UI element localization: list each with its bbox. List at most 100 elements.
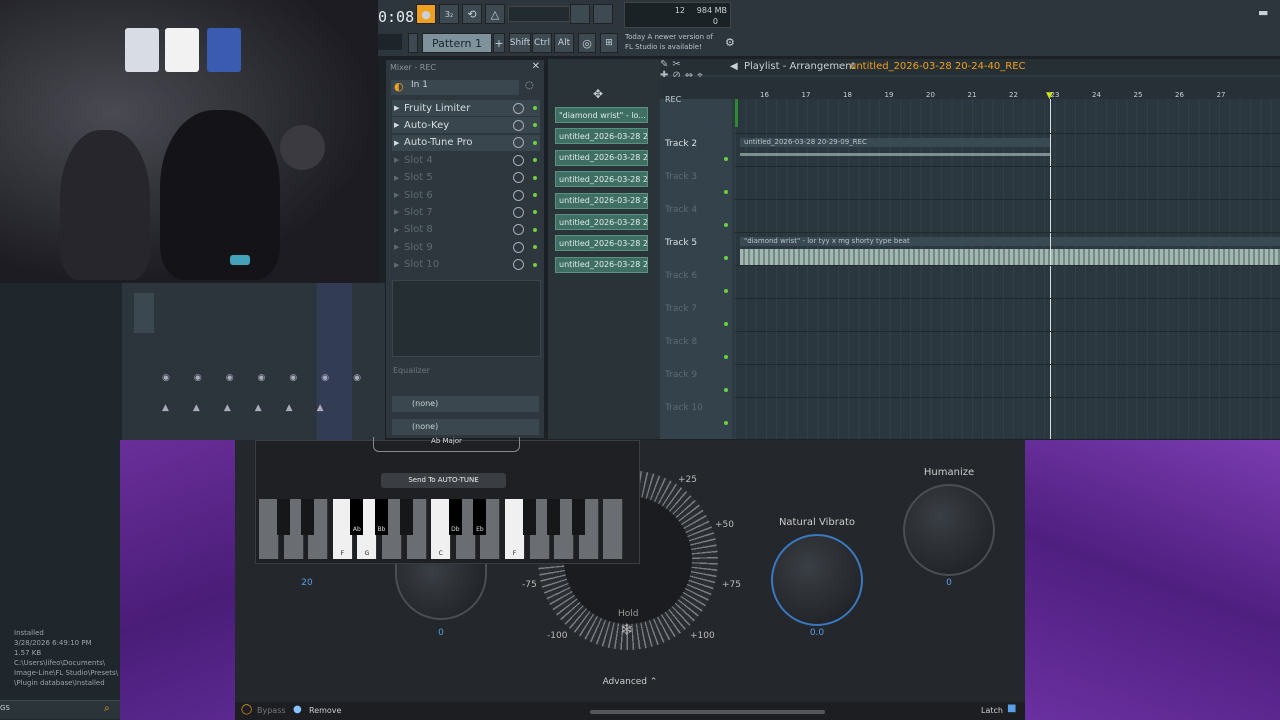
mixer-slot[interactable]: ▶ Slot 10 <box>392 257 540 273</box>
minimize-icon[interactable]: ▬ <box>1258 6 1268 19</box>
remove-label[interactable]: Remove <box>309 706 341 715</box>
snowflake-icon[interactable]: ❄ <box>620 620 633 639</box>
piano-black-key[interactable] <box>571 499 585 535</box>
pattern-selector[interactable]: Pattern 1 <box>422 33 492 53</box>
remove-icon[interactable]: ● <box>293 704 302 715</box>
slot-mix-knob[interactable] <box>513 102 524 114</box>
track-enable-led[interactable] <box>724 223 728 227</box>
shift-button[interactable]: Shift <box>509 33 531 53</box>
piano-black-key[interactable] <box>547 499 561 535</box>
browser-search[interactable]: GS ⌕ <box>0 700 120 719</box>
track-enable-led[interactable] <box>724 256 728 260</box>
track-label[interactable]: Track 10 <box>665 403 703 413</box>
slot-mix-knob[interactable] <box>513 259 524 271</box>
slot-enable-led[interactable] <box>533 123 537 128</box>
search-icon[interactable]: ⌕ <box>104 703 110 714</box>
add-pattern-button[interactable]: + <box>493 33 505 53</box>
eq-graph[interactable] <box>392 280 541 357</box>
input-settings-icon[interactable]: ◌ <box>525 80 534 91</box>
track-label[interactable]: Track 3 <box>665 172 697 182</box>
piano-black-key[interactable] <box>399 499 413 535</box>
mixer-slot[interactable]: ▶ Fruity Limiter <box>392 100 540 116</box>
clip-item[interactable]: untitled_2026-03-28 20-... <box>555 171 648 188</box>
news-panel[interactable]: Today A newer version of FL Studio is av… <box>625 32 740 52</box>
piano-white-key[interactable] <box>603 499 624 559</box>
track-enable-led[interactable] <box>724 190 728 194</box>
clip-item[interactable]: untitled_2026-03-28 20-... <box>555 192 648 209</box>
audio-clip[interactable]: untitled_2026-03-28 20-29-09_REC <box>740 138 1050 168</box>
slot-enable-led[interactable] <box>533 262 537 267</box>
slot-mix-knob[interactable] <box>513 224 524 236</box>
mixer-slot[interactable]: ▶ Slot 5 <box>392 170 540 186</box>
playlist-tools[interactable]: ✎✂✚⊘⇔⌖ <box>660 59 730 81</box>
advanced-toggle[interactable]: Advanced ⌃ <box>580 677 680 693</box>
track-label[interactable]: Track 2 <box>665 139 697 149</box>
clip-item[interactable]: untitled_2026-03-28 20-... <box>555 235 648 252</box>
bypass-label[interactable]: Bypass <box>257 706 286 715</box>
slot-mix-knob[interactable] <box>513 119 524 131</box>
slot-enable-led[interactable] <box>533 227 537 232</box>
track-label[interactable]: Track 4 <box>665 205 697 215</box>
mixer-slot[interactable]: ▶ Slot 8 <box>392 222 540 238</box>
track-label[interactable]: Track 7 <box>665 304 697 314</box>
slot-enable-led[interactable] <box>533 158 537 163</box>
mixer-slot[interactable]: ▶ Slot 4 <box>392 152 540 168</box>
mixer-slot[interactable]: ▶ Slot 7 <box>392 204 540 220</box>
countdown-button[interactable]: 3₂ <box>439 4 459 24</box>
record-button[interactable]: ● <box>416 4 436 24</box>
online-button[interactable]: ◎ <box>578 33 596 53</box>
ctrl-button[interactable]: Ctrl <box>532 33 552 53</box>
pattern-prev-button[interactable] <box>408 33 418 53</box>
track-label[interactable]: Track 9 <box>665 370 697 380</box>
toolbar-button[interactable] <box>570 4 590 24</box>
track-label[interactable]: Track 5 <box>665 238 697 248</box>
clip-item[interactable]: untitled_2026-03-28 20-... <box>555 128 648 145</box>
track-enable-led[interactable] <box>724 289 728 293</box>
strip-arrows[interactable]: ▲▲▲▲▲▲ <box>162 403 362 415</box>
slot-enable-led[interactable] <box>533 245 537 250</box>
mixer-slot[interactable]: ▶ Auto-Tune Pro <box>392 134 540 151</box>
time-ruler[interactable]: 16 17 18 19 20 21 22 23 24 25 26 27 ▼ <box>660 77 1280 101</box>
shop-button[interactable]: ⊞ <box>600 33 618 53</box>
arrangement-grid[interactable]: untitled_2026-03-28 20-29-09_REC "diamon… <box>735 99 1280 439</box>
slot-mix-knob[interactable] <box>513 189 524 201</box>
slot-mix-knob[interactable] <box>513 137 524 149</box>
selected-strip[interactable] <box>317 283 352 440</box>
piano-black-key[interactable]: Ab <box>350 499 364 535</box>
speaker-icon[interactable]: ◀ <box>730 61 738 72</box>
close-icon[interactable]: ✕ <box>532 61 540 72</box>
track-enable-led[interactable] <box>724 355 728 359</box>
mixer-slot[interactable]: ▶ Slot 9 <box>392 239 540 255</box>
plugin-scrollbar[interactable] <box>590 710 825 714</box>
move-icon[interactable]: ✥ <box>593 87 603 101</box>
piano-black-key[interactable]: Db <box>448 499 462 535</box>
clip-item[interactable]: "diamond wrist" - lo... <box>555 107 648 123</box>
slot-enable-led[interactable] <box>533 175 537 180</box>
piano-black-key[interactable] <box>301 499 315 535</box>
piano-black-key[interactable] <box>522 499 536 535</box>
slot-mix-knob[interactable] <box>513 241 524 253</box>
slot-mix-knob[interactable] <box>513 172 524 184</box>
send-selector[interactable]: (none) <box>392 396 539 412</box>
track-enable-led[interactable] <box>724 388 728 392</box>
strip-knobs[interactable]: ◉◉◉◉◉◉◉ <box>162 373 362 385</box>
master-fader[interactable] <box>134 293 154 333</box>
mixer-slot[interactable]: ▶ Slot 6 <box>392 187 540 203</box>
slot-enable-led[interactable] <box>533 106 537 110</box>
clip-item[interactable]: untitled_2026-03-28 20-... <box>555 214 648 230</box>
slot-enable-led[interactable] <box>533 193 537 197</box>
loop-record-button[interactable]: ⟲ <box>462 4 482 24</box>
piano-black-key[interactable] <box>276 499 290 535</box>
track-enable-led[interactable] <box>724 421 728 425</box>
track-enable-led[interactable] <box>724 322 728 326</box>
clip-item[interactable]: untitled_2026-03-28 20-... <box>555 149 648 166</box>
track-label[interactable]: Track 8 <box>665 337 697 347</box>
vibrato-knob[interactable] <box>771 534 863 626</box>
settings-icon[interactable]: ⚙ <box>725 36 735 49</box>
project-name[interactable]: untitled_2026-03-28 20-24-40_REC <box>850 61 1026 72</box>
alt-button[interactable]: Alt <box>554 33 574 53</box>
mixer-input-selector[interactable]: In 1 <box>391 80 519 95</box>
metronome-button[interactable]: △ <box>485 4 505 24</box>
track-enable-led[interactable] <box>724 157 728 161</box>
track-label[interactable]: Track 6 <box>665 271 697 281</box>
